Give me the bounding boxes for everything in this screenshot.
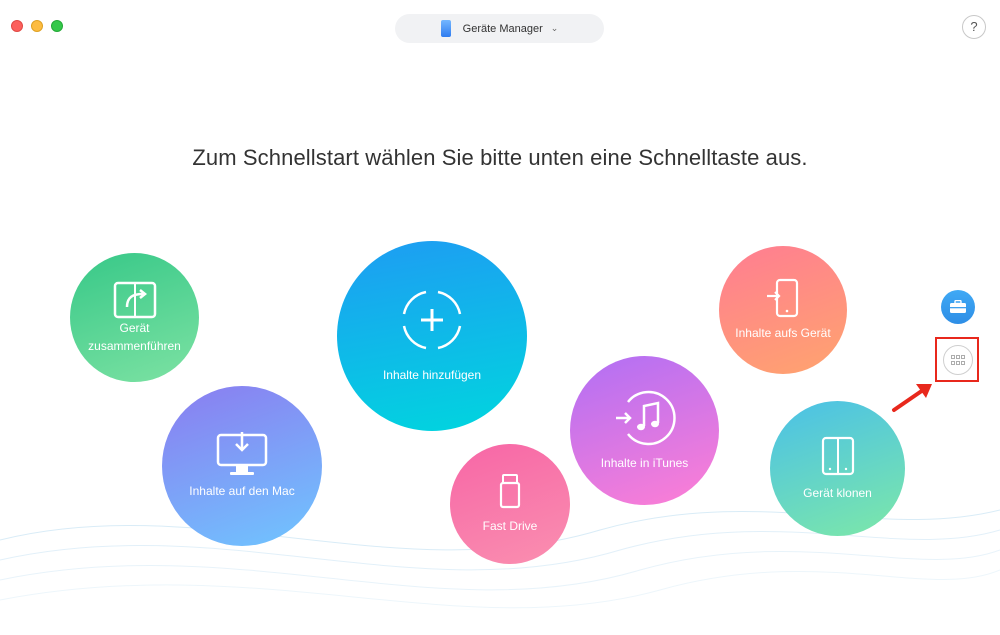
add-content-label: Inhalte hinzufügen <box>382 368 482 382</box>
content-to-device-label: Inhalte aufs Gerät <box>735 326 831 340</box>
close-window-button[interactable] <box>11 20 23 32</box>
app-window: Geräte Manager ⌄ ? Zum Schnellstart wähl… <box>0 0 1000 635</box>
toolbox-icon <box>950 300 966 313</box>
merge-devices-label-line2: zusammenführen <box>88 338 181 353</box>
highlight-box <box>935 337 979 382</box>
content-to-mac-label: Inhalte auf den Mac <box>189 484 295 498</box>
merge-devices-label-line1: Gerät <box>119 320 150 335</box>
add-circle-icon <box>402 290 462 350</box>
fast-drive-label: Fast Drive <box>482 519 538 533</box>
phone-import-icon <box>767 278 799 318</box>
merge-devices-icon <box>113 281 156 318</box>
chevron-down-icon: ⌄ <box>550 23 559 33</box>
device-selector-dropdown[interactable]: Geräte Manager ⌄ <box>395 14 604 43</box>
page-title: Zum Schnellstart wählen Sie bitte unten … <box>192 145 808 170</box>
add-content-button[interactable]: Inhalte hinzufügen <box>337 241 527 431</box>
monitor-download-icon <box>216 432 268 475</box>
device-selector-label: Geräte Manager <box>462 22 543 35</box>
minimize-window-button[interactable] <box>31 20 43 32</box>
content-to-itunes-label: Inhalte in iTunes <box>600 455 689 470</box>
help-button[interactable]: ? <box>962 15 986 39</box>
content-to-itunes-button[interactable]: Inhalte in iTunes <box>570 356 719 505</box>
clone-device-button[interactable]: Gerät klonen <box>770 401 905 536</box>
iphone-icon <box>440 20 451 37</box>
merge-devices-button[interactable]: Gerät zusammenführen <box>70 253 199 382</box>
itunes-icon <box>615 390 676 445</box>
content-to-device-button[interactable]: Inhalte aufs Gerät <box>719 246 847 374</box>
pointer-arrow-icon <box>892 384 932 412</box>
toolbox-button[interactable] <box>941 290 975 324</box>
content-to-mac-button[interactable]: Inhalte auf den Mac <box>162 386 322 546</box>
maximize-window-button[interactable] <box>51 20 63 32</box>
clone-device-label: Gerät klonen <box>803 485 872 500</box>
clone-device-icon <box>821 436 854 475</box>
usb-drive-icon <box>499 474 521 509</box>
fast-drive-button[interactable]: Fast Drive <box>450 444 570 564</box>
